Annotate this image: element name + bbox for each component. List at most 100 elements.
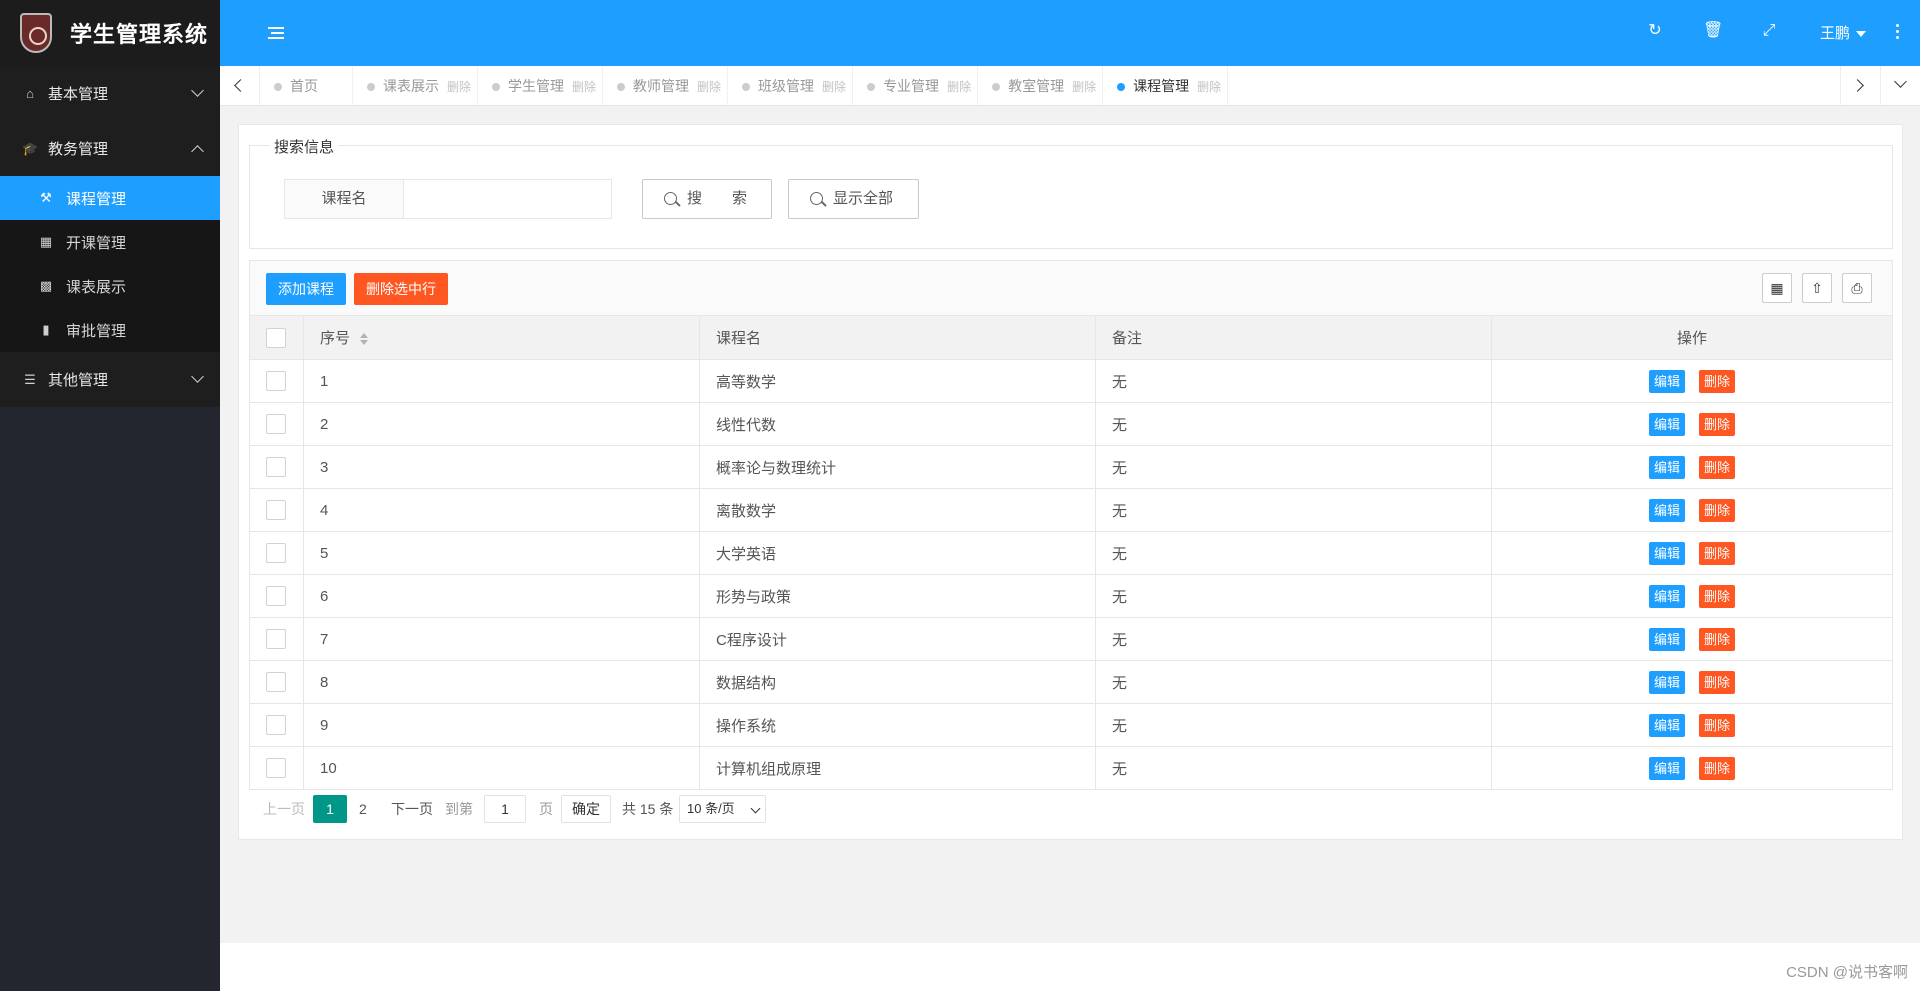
- tab-close[interactable]: 删除: [947, 78, 971, 95]
- sidebar-item-label: 课程管理: [66, 190, 127, 208]
- tab-close[interactable]: 删除: [697, 78, 721, 95]
- tab-close[interactable]: 删除: [822, 78, 846, 95]
- tab-class[interactable]: 班级管理 删除: [728, 66, 854, 106]
- cell-no: 5: [303, 531, 700, 575]
- more-vertical-icon[interactable]: [1896, 24, 1900, 42]
- tabs-scroll-left[interactable]: [220, 66, 260, 106]
- cell-remark: 无: [1095, 660, 1492, 704]
- row-checkbox[interactable]: [266, 371, 286, 391]
- row-checkbox[interactable]: [266, 672, 286, 692]
- tab-close[interactable]: 删除: [572, 78, 596, 95]
- show-all-button[interactable]: 显示全部: [788, 179, 919, 219]
- page-2-button[interactable]: 2: [359, 795, 367, 823]
- menu-toggle-icon[interactable]: [268, 27, 284, 39]
- page-1-button[interactable]: 1: [313, 795, 347, 823]
- row-checkbox[interactable]: [266, 586, 286, 606]
- edit-button[interactable]: 编辑: [1648, 498, 1685, 522]
- gavel-icon: ⚒: [40, 190, 52, 205]
- edit-button[interactable]: 编辑: [1648, 713, 1685, 737]
- cell-actions: 编辑 删除: [1491, 488, 1893, 532]
- user-menu[interactable]: 王鹏: [1820, 22, 1867, 43]
- row-checkbox[interactable]: [266, 414, 286, 434]
- row-checkbox[interactable]: [266, 629, 286, 649]
- delete-button[interactable]: 删除: [1699, 412, 1736, 436]
- prev-page-button[interactable]: 上一页: [263, 795, 305, 823]
- add-course-button[interactable]: 添加课程: [266, 273, 346, 305]
- delete-button[interactable]: 删除: [1699, 369, 1736, 393]
- sidebar-item-timetable[interactable]: ▩ 课表展示: [0, 264, 220, 308]
- edit-button[interactable]: 编辑: [1648, 584, 1685, 608]
- course-name-input[interactable]: [404, 179, 612, 219]
- delete-button[interactable]: 删除: [1699, 584, 1736, 608]
- edit-button[interactable]: 编辑: [1648, 369, 1685, 393]
- export-icon[interactable]: ⇧: [1802, 273, 1832, 303]
- cell-no: 6: [303, 574, 700, 618]
- edit-button[interactable]: 编辑: [1648, 455, 1685, 479]
- column-header-no[interactable]: 序号: [303, 315, 700, 360]
- search-fieldset: 搜索信息 课程名 搜 索 显示全部: [249, 136, 1893, 249]
- cell-actions: 编辑 删除: [1491, 660, 1893, 704]
- goto-confirm-button[interactable]: 确定: [561, 795, 611, 823]
- edit-button[interactable]: 编辑: [1648, 756, 1685, 780]
- cell-actions: 编辑 删除: [1491, 746, 1893, 790]
- search-button[interactable]: 搜 索: [642, 179, 772, 219]
- tab-teacher[interactable]: 教师管理 删除: [603, 66, 729, 106]
- cell-remark: 无: [1095, 617, 1492, 661]
- chevron-left-icon: [234, 79, 247, 92]
- nav-group-label: 教务管理: [48, 141, 109, 158]
- tab-course[interactable]: 课程管理 删除: [1103, 66, 1229, 106]
- page-size-select[interactable]: 10 条/页: [679, 795, 766, 823]
- row-checkbox[interactable]: [266, 500, 286, 520]
- nav-group-basic[interactable]: ⌂ 基本管理: [0, 66, 220, 121]
- nav-group-academic[interactable]: 🎓 教务管理: [0, 121, 220, 176]
- goto-page-input[interactable]: [484, 795, 526, 823]
- sidebar-item-approval[interactable]: ▮ 审批管理: [0, 308, 220, 352]
- sidebar-item-label: 审批管理: [66, 322, 127, 340]
- tab-close[interactable]: 删除: [447, 78, 471, 95]
- tab-classroom[interactable]: 教室管理 删除: [978, 66, 1104, 106]
- edit-button[interactable]: 编辑: [1648, 541, 1685, 565]
- page-unit-label: 页: [539, 801, 553, 817]
- tabs-dropdown[interactable]: [1880, 66, 1920, 106]
- tab-home[interactable]: 首页: [260, 66, 353, 106]
- calendar-icon: ▦: [39, 234, 53, 249]
- edit-button[interactable]: 编辑: [1648, 627, 1685, 651]
- edit-button[interactable]: 编辑: [1648, 412, 1685, 436]
- tab-timetable[interactable]: 课表展示 删除: [353, 66, 479, 106]
- tab-major[interactable]: 专业管理 删除: [853, 66, 979, 106]
- sidebar-item-open-course[interactable]: ▦ 开课管理: [0, 220, 220, 264]
- edit-button[interactable]: 编辑: [1648, 670, 1685, 694]
- next-page-button[interactable]: 下一页: [391, 795, 433, 823]
- row-checkbox[interactable]: [266, 457, 286, 477]
- chevron-up-icon: [191, 145, 204, 158]
- trash-icon[interactable]: 🗑: [1703, 22, 1723, 40]
- sort-icon[interactable]: [360, 333, 369, 346]
- cell-course-name: 数据结构: [699, 660, 1096, 704]
- row-select-cell: [249, 531, 304, 575]
- delete-button[interactable]: 删除: [1699, 627, 1736, 651]
- sidebar-item-course[interactable]: ⚒ 课程管理: [0, 176, 220, 220]
- tab-student[interactable]: 学生管理 删除: [478, 66, 604, 106]
- row-checkbox[interactable]: [266, 715, 286, 735]
- print-icon[interactable]: ⎙: [1842, 273, 1872, 303]
- fullscreen-icon[interactable]: ⤢: [1760, 22, 1778, 40]
- delete-button[interactable]: 删除: [1699, 670, 1736, 694]
- row-select-cell: [249, 617, 304, 661]
- delete-button[interactable]: 删除: [1699, 541, 1736, 565]
- delete-button[interactable]: 删除: [1699, 756, 1736, 780]
- cell-remark: 无: [1095, 746, 1492, 790]
- tab-close[interactable]: 删除: [1072, 78, 1096, 95]
- tabs-scroll-right[interactable]: [1840, 66, 1880, 106]
- delete-button[interactable]: 删除: [1699, 498, 1736, 522]
- nav-group-other[interactable]: ☰ 其他管理: [0, 352, 220, 407]
- delete-selected-button[interactable]: 删除选中行: [354, 273, 448, 305]
- delete-button[interactable]: 删除: [1699, 713, 1736, 737]
- columns-icon[interactable]: ▦: [1762, 273, 1792, 303]
- table-row: 7 C程序设计无编辑 删除: [249, 617, 1893, 661]
- refresh-icon[interactable]: ↻: [1646, 22, 1664, 40]
- tab-close[interactable]: 删除: [1197, 78, 1221, 95]
- delete-button[interactable]: 删除: [1699, 455, 1736, 479]
- row-checkbox[interactable]: [266, 758, 286, 778]
- select-all-checkbox[interactable]: [266, 327, 286, 348]
- row-checkbox[interactable]: [266, 543, 286, 563]
